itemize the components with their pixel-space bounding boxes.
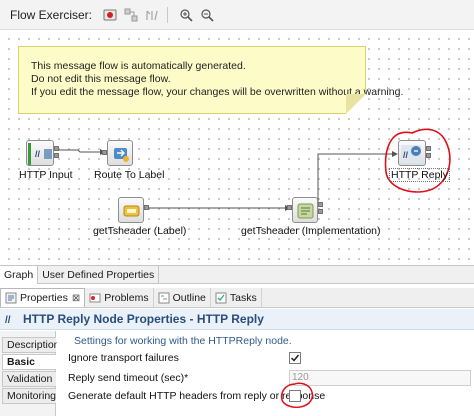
reply-send-timeout-label: Reply send timeout (sec)* bbox=[68, 372, 189, 384]
tab-outline[interactable]: Outline bbox=[154, 288, 211, 307]
note-line-1: This message flow is automatically gener… bbox=[31, 60, 246, 72]
tab-graph[interactable]: Graph bbox=[0, 266, 39, 284]
tasks-icon bbox=[215, 292, 227, 303]
properties-description: Settings for working with the HTTPReply … bbox=[74, 335, 292, 347]
properties-section-tabs: Description Basic Validation Monitoring bbox=[0, 331, 60, 416]
connection-impl-to-reply bbox=[317, 153, 392, 206]
note-fold bbox=[346, 94, 366, 114]
tab-properties-label: Properties bbox=[20, 292, 68, 304]
properties-title: HTTP Reply Node Properties - HTTP Reply bbox=[23, 312, 264, 326]
problems-icon bbox=[89, 293, 101, 302]
http-input-icon: // bbox=[26, 140, 54, 166]
terminal[interactable] bbox=[54, 153, 59, 158]
route-to-label-label: Route To Label bbox=[94, 169, 165, 181]
flow-icon[interactable] bbox=[122, 6, 140, 24]
tab-properties[interactable]: Properties ⊠ bbox=[0, 288, 86, 307]
tab-outline-label: Outline bbox=[172, 291, 206, 304]
view-tab-bar: Properties ⊠ Problems Outline Tasks bbox=[0, 288, 474, 308]
terminal[interactable] bbox=[318, 202, 323, 207]
terminal[interactable] bbox=[318, 209, 323, 214]
properties-content: Settings for working with the HTTPReply … bbox=[57, 331, 474, 416]
step-icon[interactable] bbox=[143, 6, 161, 24]
http-reply-node-icon: // bbox=[5, 315, 11, 326]
terminal[interactable] bbox=[54, 146, 59, 151]
editor-tab-bar: Graph User Defined Properties bbox=[0, 265, 474, 284]
ignore-transport-failures-checkbox[interactable] bbox=[289, 352, 301, 364]
auto-generated-note: This message flow is automatically gener… bbox=[18, 46, 403, 114]
note-line-2: Do not edit this message flow. bbox=[31, 73, 171, 85]
flow-exerciser-label: Flow Exerciser: bbox=[10, 7, 93, 22]
properties-header: // HTTP Reply Node Properties - HTTP Rep… bbox=[0, 309, 474, 330]
flow-exerciser-toolbar: Flow Exerciser: bbox=[0, 0, 474, 30]
zoom-in-icon[interactable] bbox=[177, 6, 195, 24]
tab-problems-label: Problems bbox=[104, 291, 149, 304]
close-icon[interactable]: ⊠ bbox=[72, 293, 80, 304]
terminal[interactable] bbox=[287, 205, 292, 210]
section-tab-basic[interactable]: Basic bbox=[2, 354, 56, 370]
tab-tasks[interactable]: Tasks bbox=[211, 288, 262, 307]
ignore-transport-failures-label: Ignore transport failures bbox=[68, 352, 179, 364]
terminal[interactable] bbox=[426, 153, 431, 158]
outline-icon bbox=[158, 292, 170, 303]
gettsheader-label-label: getTsheader (Label) bbox=[93, 225, 187, 237]
route-to-label-icon bbox=[107, 140, 133, 166]
http-reply-label: HTTP Reply bbox=[389, 168, 450, 182]
terminal[interactable] bbox=[144, 205, 149, 210]
gettsheader-impl-icon bbox=[292, 197, 318, 223]
zoom-out-icon[interactable] bbox=[198, 6, 216, 24]
section-tab-validation[interactable]: Validation bbox=[2, 371, 56, 387]
properties-icon bbox=[5, 292, 17, 304]
http-reply-icon: // bbox=[398, 140, 426, 166]
terminal[interactable] bbox=[102, 150, 107, 155]
gettsheader-impl-label: getTsheader (Implementation) bbox=[241, 225, 381, 237]
http-input-label: HTTP Input bbox=[19, 169, 73, 181]
checkmark-icon bbox=[290, 354, 300, 362]
section-tab-description[interactable]: Description bbox=[2, 337, 60, 353]
message-flow-canvas[interactable]: This message flow is automatically gener… bbox=[0, 30, 474, 265]
svg-text://: // bbox=[5, 315, 11, 326]
section-tab-monitoring[interactable]: Monitoring bbox=[2, 388, 56, 404]
svg-text://: // bbox=[403, 150, 409, 160]
tab-tasks-label: Tasks bbox=[229, 291, 257, 304]
svg-text://: // bbox=[35, 149, 41, 159]
record-icon[interactable] bbox=[101, 6, 119, 24]
toolbar-separator bbox=[167, 6, 169, 23]
terminal[interactable] bbox=[426, 146, 431, 151]
tab-problems[interactable]: Problems bbox=[85, 288, 154, 307]
connection-input-to-route bbox=[58, 149, 100, 153]
red-circle-annotation bbox=[280, 382, 314, 408]
gettsheader-label-icon bbox=[118, 197, 144, 223]
tab-user-defined-properties[interactable]: User Defined Properties bbox=[38, 266, 160, 284]
